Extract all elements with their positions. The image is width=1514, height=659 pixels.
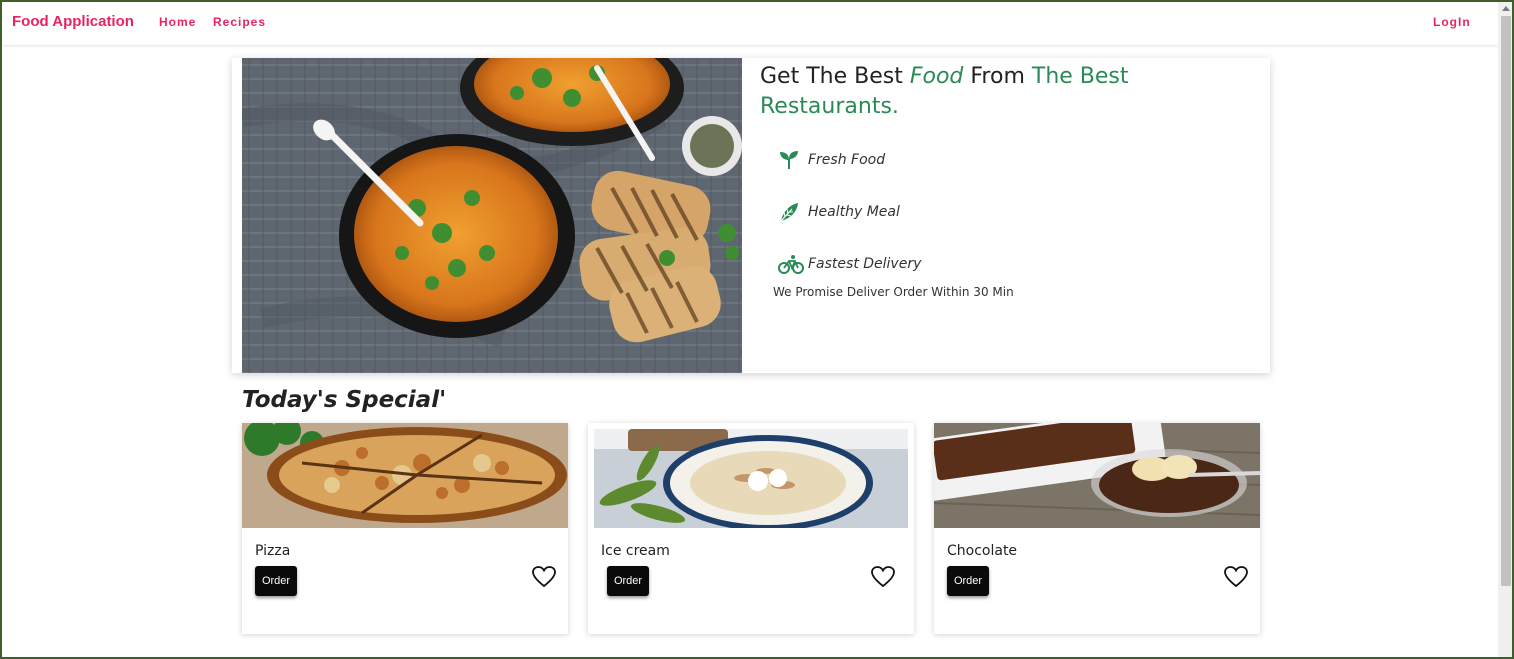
scrollbar-thumb[interactable] — [1501, 16, 1511, 586]
heart-outline-icon[interactable] — [531, 565, 557, 589]
browser-frame: Food Application Home Recipes LogIn Get … — [0, 0, 1514, 659]
food-card-pizza: Pizza Order — [242, 423, 568, 634]
order-button-chocolate[interactable]: Order — [947, 566, 989, 596]
scrollbar[interactable] — [1498, 2, 1512, 657]
chocolate-image — [934, 423, 1260, 528]
nav-recipes-link[interactable]: Recipes — [213, 15, 266, 29]
heart-outline-icon[interactable] — [870, 565, 896, 589]
food-name: Pizza — [255, 543, 291, 559]
navbar: Food Application Home Recipes LogIn — [2, 2, 1498, 45]
food-card-chocolate: Chocolate Order — [934, 423, 1260, 634]
food-name: Ice cream — [601, 543, 670, 559]
sprout-icon — [778, 150, 800, 170]
feature-fastest-delivery: Fastest Delivery — [778, 254, 921, 274]
scroll-up-arrow-icon[interactable] — [1502, 6, 1510, 11]
feature-fresh-food: Fresh Food — [778, 150, 885, 170]
nav-home-link[interactable]: Home — [159, 15, 196, 29]
ice-cream-image — [588, 423, 914, 528]
food-card-ice-cream: Ice cream Order — [588, 423, 914, 634]
order-button-pizza[interactable]: Order — [255, 566, 297, 596]
brand-logo[interactable]: Food Application — [12, 13, 134, 30]
order-button-ice-cream[interactable]: Order — [607, 566, 649, 596]
hero-card: Get The Best Food From The Best Restaura… — [232, 58, 1270, 373]
heart-outline-icon[interactable] — [1223, 565, 1249, 589]
todays-special-heading: Today's Special' — [242, 387, 447, 413]
leaf-icon — [778, 202, 800, 222]
feature-label: Fresh Food — [808, 152, 886, 168]
feature-label: Fastest Delivery — [808, 256, 922, 272]
login-link[interactable]: LogIn — [1433, 15, 1471, 29]
hero-image — [242, 58, 742, 373]
hero-content: Get The Best Food From The Best Restaura… — [760, 62, 1240, 299]
food-name: Chocolate — [947, 543, 1018, 559]
feature-label: Healthy Meal — [808, 204, 900, 220]
delivery-promise-text: We Promise Deliver Order Within 30 Min — [773, 285, 1014, 299]
pizza-image — [242, 423, 568, 528]
feature-healthy-meal: Healthy Meal — [778, 202, 900, 222]
bicycle-icon — [778, 254, 804, 274]
hero-title: Get The Best Food From The Best Restaura… — [760, 64, 1129, 119]
